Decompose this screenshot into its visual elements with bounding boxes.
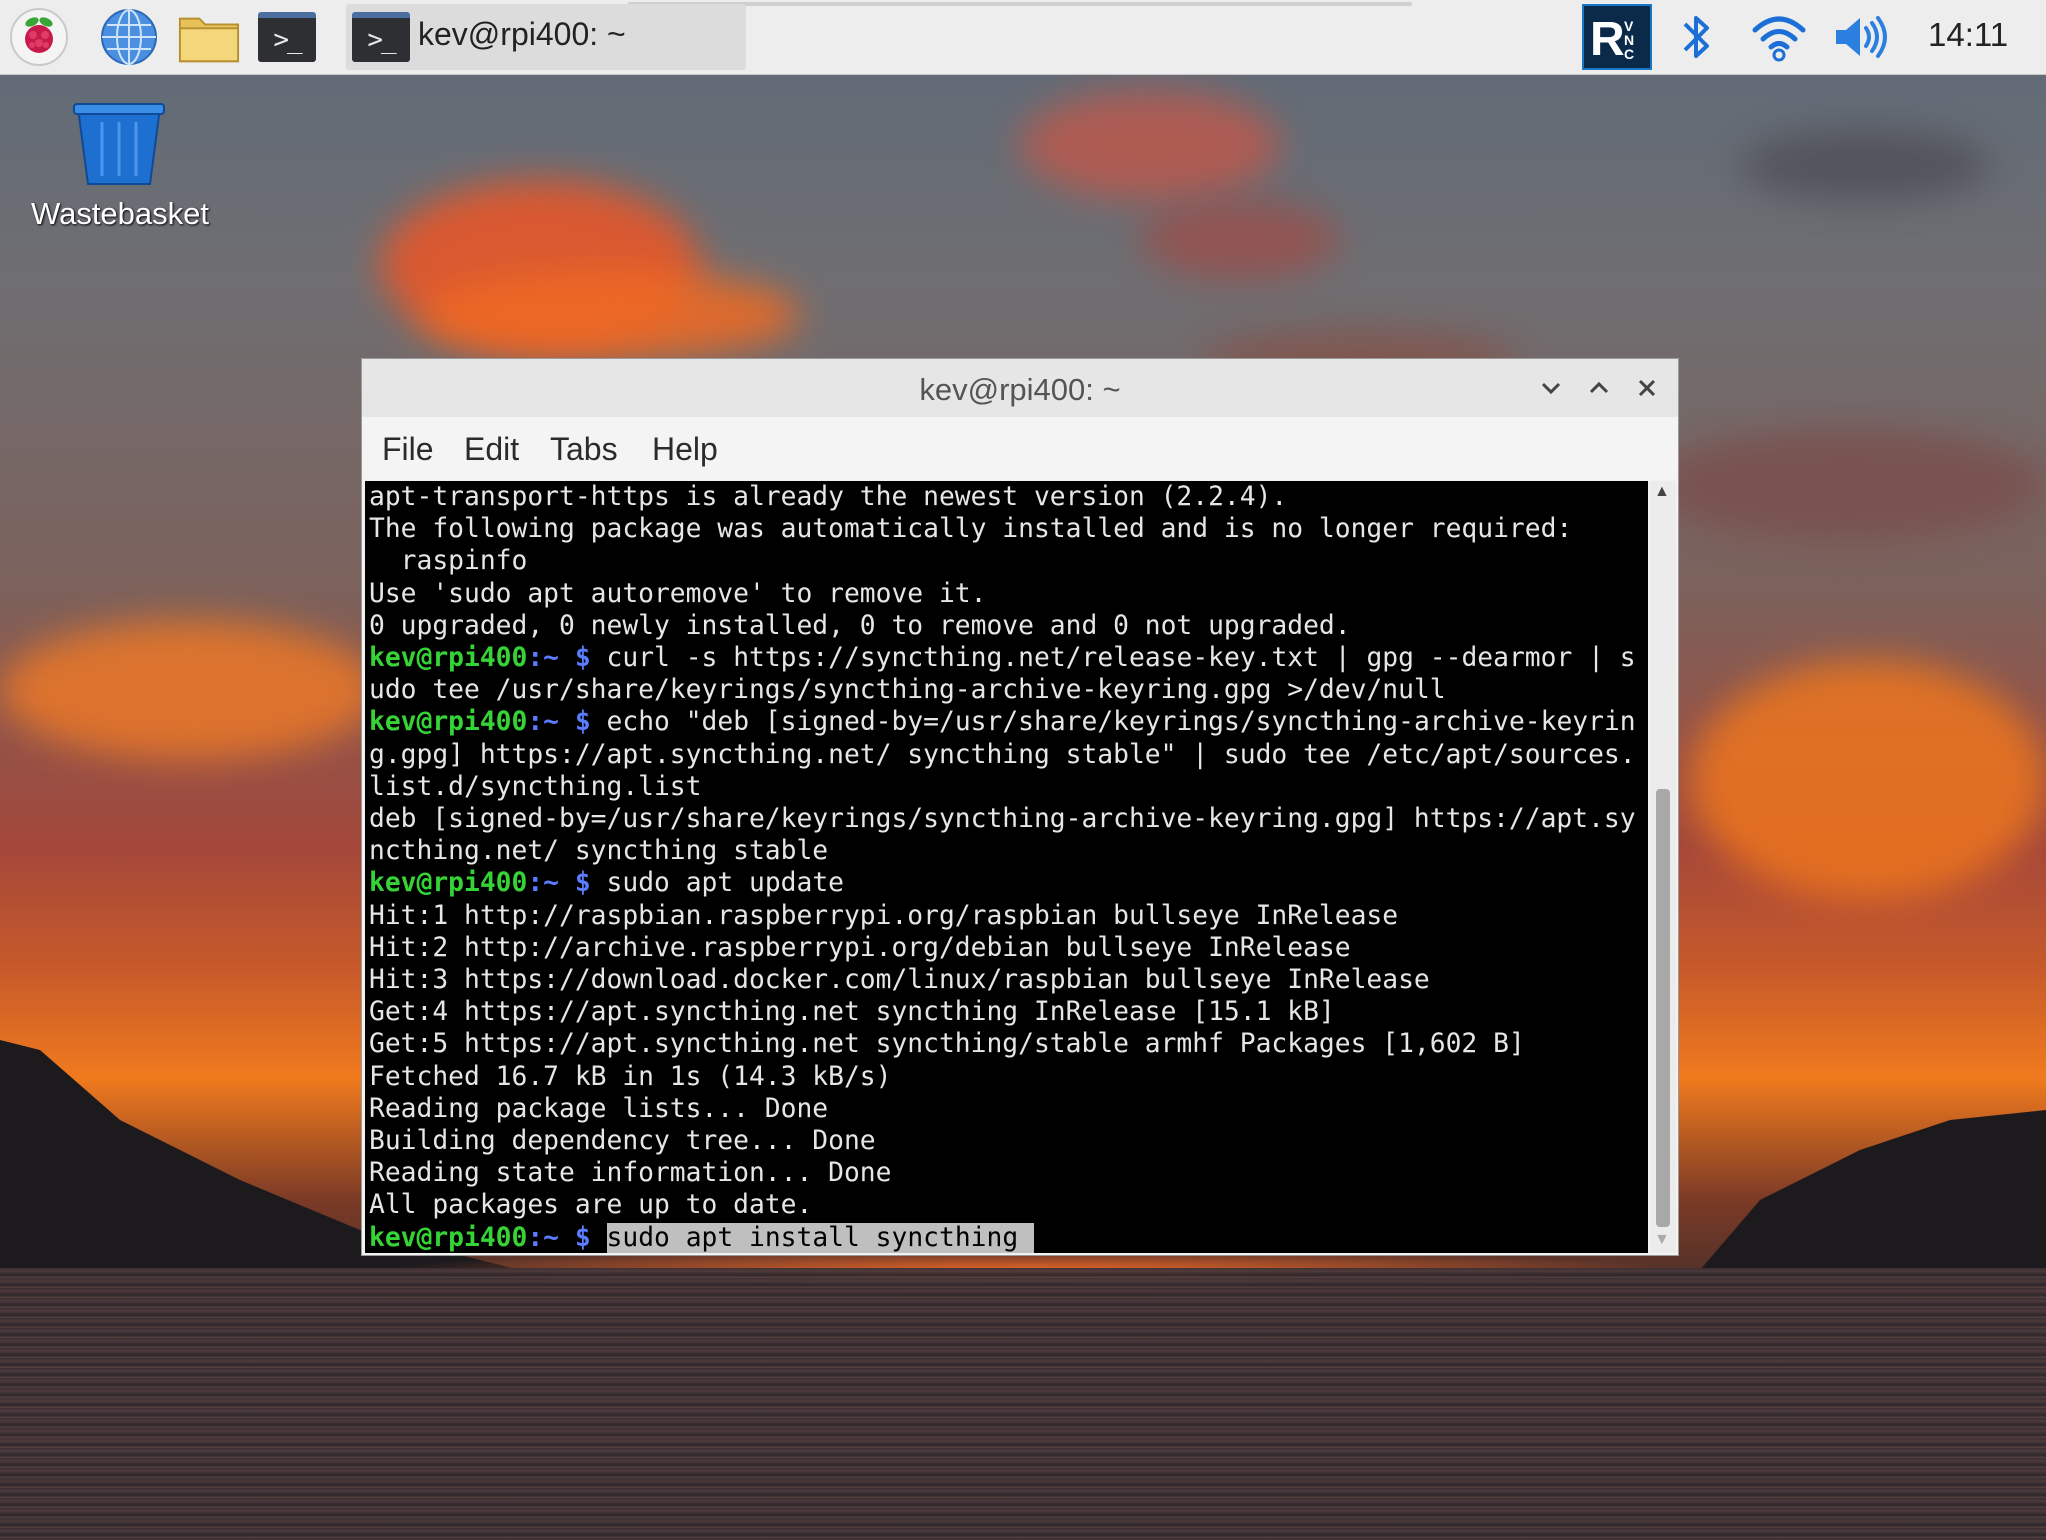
prompt-path: :~ xyxy=(527,868,559,899)
output-text: Reading state information... Done xyxy=(369,1158,892,1189)
output-text: Fetched 16.7 kB in 1s (14.3 kB/s) xyxy=(369,1061,892,1092)
output-text: Get:4 https://apt.syncthing.net syncthin… xyxy=(369,997,1335,1028)
output-text: Building dependency tree... Done xyxy=(369,1126,876,1156)
terminal-output-line: Reading state information... Done xyxy=(369,1157,891,1189)
top-panel: >_ >_ kev@rpi400: ~ R V N C 14:11 xyxy=(0,0,2046,75)
terminal-output-line: Use 'sudo apt autoremove' to remove it. xyxy=(369,578,986,610)
taskbar-terminal-icon: >_ xyxy=(350,7,412,67)
close-button[interactable] xyxy=(1630,371,1664,405)
terminal-command-line: kev@rpi400:~ $ curl -s https://syncthing… xyxy=(369,642,1636,674)
menu-help[interactable]: Help xyxy=(652,431,718,468)
terminal-command-line: kev@rpi400:~ $ sudo apt update xyxy=(369,867,844,899)
output-text: Get:5 https://apt.syncthing.net syncthin… xyxy=(369,1029,1525,1060)
command-text: echo "deb [signed-by=/usr/share/keyrings… xyxy=(606,707,1636,738)
terminal-output-line: g.gpg] https://apt.syncthing.net/ syncth… xyxy=(369,739,1636,771)
prompt-user: kev@rpi400 xyxy=(369,868,528,899)
close-icon xyxy=(1638,379,1656,397)
output-text: g.gpg] https://apt.syncthing.net/ syncth… xyxy=(369,739,1636,770)
terminal-output-line: The following package was automatically … xyxy=(369,513,1572,545)
prompt-path: :~ xyxy=(527,707,559,738)
chevron-down-icon xyxy=(1541,382,1561,395)
output-text: Hit:1 http://raspbian.raspberrypi.org/ra… xyxy=(369,900,1399,931)
terminal-output-line: Hit:3 https://download.docker.com/linux/… xyxy=(369,964,1430,996)
terminal-output-line: Get:4 https://apt.syncthing.net syncthin… xyxy=(369,996,1335,1028)
prompt-user: kev@rpi400 xyxy=(369,643,528,673)
output-text: The following package was automatically … xyxy=(369,514,1573,545)
prompt-symbol: $ xyxy=(574,707,591,738)
wifi-icon[interactable] xyxy=(1748,7,1810,67)
prompt-symbol: $ xyxy=(574,1222,591,1253)
terminal-output-line: ncthing.net/ syncthing stable xyxy=(369,835,828,867)
file-manager-folder-icon[interactable] xyxy=(178,7,240,67)
output-text: raspinfo xyxy=(369,546,528,577)
trash-icon xyxy=(73,103,165,185)
prompt-symbol: $ xyxy=(574,868,591,899)
menu-tabs[interactable]: Tabs xyxy=(550,431,618,468)
wastebasket-label: Wastebasket xyxy=(30,196,210,231)
output-text: Hit:2 http://archive.raspberrypi.org/deb… xyxy=(369,932,1351,963)
terminal-command-line: kev@rpi400:~ $ sudo apt install syncthin… xyxy=(369,1222,1034,1253)
window-titlebar[interactable]: kev@rpi400: ~ xyxy=(362,359,1678,417)
clock[interactable]: 14:11 xyxy=(1928,16,2008,54)
terminal-output-line: deb [signed-by=/usr/share/keyrings/synct… xyxy=(369,803,1636,835)
output-text: Use 'sudo apt autoremove' to remove it. xyxy=(369,578,987,609)
terminal-launcher-icon[interactable]: >_ xyxy=(256,7,318,67)
command-text: curl -s https://syncthing.net/release-ke… xyxy=(606,643,1636,673)
output-text: All packages are up to date. xyxy=(369,1190,813,1221)
terminal-window: kev@rpi400: ~ File Edit Tabs Help apt-tr… xyxy=(361,358,1679,1256)
terminal-output-line: udo tee /usr/share/keyrings/syncthing-ar… xyxy=(369,674,1446,706)
terminal-output-line: Hit:2 http://archive.raspberrypi.org/deb… xyxy=(369,932,1351,964)
terminal-command-line: kev@rpi400:~ $ echo "deb [signed-by=/usr… xyxy=(369,706,1636,738)
prompt-user: kev@rpi400 xyxy=(369,1222,528,1253)
menu-bar: File Edit Tabs Help xyxy=(362,417,1678,479)
terminal-output-line: All packages are up to date. xyxy=(369,1189,812,1221)
svg-text:C: C xyxy=(1624,46,1634,62)
output-text: deb [signed-by=/usr/share/keyrings/synct… xyxy=(369,804,1636,834)
output-text: ncthing.net/ syncthing stable xyxy=(369,836,829,867)
chevron-up-icon xyxy=(1589,381,1609,394)
scrollbar-thumb[interactable] xyxy=(1656,789,1670,1227)
vnc-icon[interactable]: R V N C xyxy=(1582,4,1652,70)
terminal-output-line: raspinfo xyxy=(369,545,528,577)
terminal-output[interactable]: apt-transport-https is already the newes… xyxy=(365,481,1648,1253)
bluetooth-icon[interactable] xyxy=(1666,7,1728,67)
maximize-button[interactable] xyxy=(1582,371,1616,405)
minimize-button[interactable] xyxy=(1534,371,1568,405)
terminal-output-line: list.d/syncthing.list xyxy=(369,771,701,803)
prompt-path: :~ xyxy=(527,1222,559,1253)
scroll-down-arrow-icon[interactable]: ▼ xyxy=(1654,1231,1670,1249)
web-browser-globe-icon[interactable] xyxy=(98,7,160,67)
output-text: Reading package lists... Done xyxy=(369,1093,829,1124)
terminal-output-line: Get:5 https://apt.syncthing.net syncthin… xyxy=(369,1028,1525,1060)
taskbar-window-title: kev@rpi400: ~ xyxy=(418,16,626,52)
output-text: Hit:3 https://download.docker.com/linux/… xyxy=(369,965,1430,995)
terminal-output-line: Hit:1 http://raspbian.raspberrypi.org/ra… xyxy=(369,900,1398,932)
prompt-path: :~ xyxy=(527,643,559,673)
terminal-output-line: apt-transport-https is already the newes… xyxy=(369,481,1287,513)
current-command-input[interactable]: sudo apt install syncthing xyxy=(606,1222,1034,1253)
wastebasket-desktop-icon[interactable]: Wastebasket xyxy=(20,100,220,240)
terminal-scrollbar[interactable]: ▲ ▼ xyxy=(1650,481,1676,1253)
prompt-user: kev@rpi400 xyxy=(369,707,528,738)
command-text: sudo apt update xyxy=(606,868,845,899)
volume-icon[interactable] xyxy=(1830,7,1892,67)
terminal-output-line: 0 upgraded, 0 newly installed, 0 to remo… xyxy=(369,610,1351,642)
output-text: udo tee /usr/share/keyrings/syncthing-ar… xyxy=(369,675,1446,706)
raspberry-pi-menu-icon[interactable] xyxy=(8,7,70,67)
window-title: kev@rpi400: ~ xyxy=(919,372,1121,407)
prompt-symbol: $ xyxy=(574,643,591,673)
scroll-up-arrow-icon[interactable]: ▲ xyxy=(1654,483,1670,501)
output-text: apt-transport-https is already the newes… xyxy=(369,482,1288,512)
menu-file[interactable]: File xyxy=(382,431,434,468)
terminal-output-line: Building dependency tree... Done xyxy=(369,1125,876,1157)
output-text: 0 upgraded, 0 newly installed, 0 to remo… xyxy=(369,610,1351,641)
svg-text:R: R xyxy=(1590,13,1625,65)
terminal-output-line: Reading package lists... Done xyxy=(369,1093,828,1125)
menu-edit[interactable]: Edit xyxy=(464,431,519,468)
output-text: list.d/syncthing.list xyxy=(369,771,702,802)
terminal-output-line: Fetched 16.7 kB in 1s (14.3 kB/s) xyxy=(369,1061,891,1093)
